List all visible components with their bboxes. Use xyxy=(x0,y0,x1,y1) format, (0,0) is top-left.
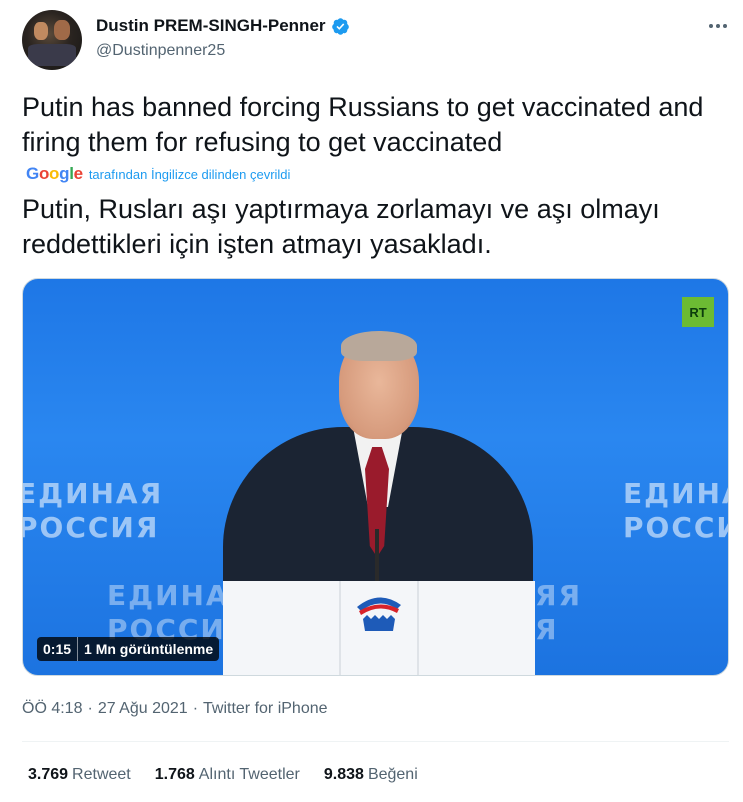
likes-count: 9.838 xyxy=(323,766,364,783)
backdrop-text-center-right: ЯЯ Я xyxy=(535,579,583,646)
meta-separator: · xyxy=(87,700,93,717)
video-duration: 0:15 xyxy=(43,641,72,657)
video-player[interactable]: ЕДИНАЯ РОССИЯ ЕДИНА РОССИ ЕДИНА РОССИ ЯЯ… xyxy=(22,278,729,676)
translation-note: tarafından İngilizce dilinden çevrildi xyxy=(88,166,291,182)
podium-divider xyxy=(417,581,419,675)
verified-badge-icon xyxy=(331,17,349,35)
translated-text: Putin, Rusları aşı yaptırmaya zorlamayı … xyxy=(22,194,660,259)
retweets-stat[interactable]: 3.769 Retweet xyxy=(28,766,131,784)
video-info-overlay: 0:15 1 Mn görüntülenme xyxy=(37,637,220,661)
tweet-meta: ÖÖ 4:18 · 27 Ağu 2021 · Twitter for iPho… xyxy=(22,700,328,718)
quotes-label: Alıntı Tweetler xyxy=(198,766,300,783)
backdrop-text-left: ЕДИНАЯ РОССИЯ xyxy=(22,477,164,544)
author-handle[interactable]: @Dustinpenner25 xyxy=(96,42,225,60)
avatar[interactable] xyxy=(22,10,82,70)
tweet-text: Putin has banned forcing Russians to get… xyxy=(22,92,704,157)
translation-attribution[interactable]: Google tarafından İngilizce dilinden çev… xyxy=(26,164,290,184)
author-display-name[interactable]: Dustin PREM-SINGH-Penner xyxy=(96,16,326,36)
retweets-label: Retweet xyxy=(72,766,131,783)
tweet-time[interactable]: ÖÖ 4:18 xyxy=(22,700,82,718)
google-logo: Google xyxy=(26,164,83,183)
more-options-icon[interactable] xyxy=(704,16,732,36)
divider xyxy=(22,741,729,742)
tweet-stats: 3.769 Retweet 1.768 Alıntı Tweetler 9.83… xyxy=(28,766,442,784)
backdrop-text-right: ЕДИНА РОССИ xyxy=(623,477,728,544)
podium-divider xyxy=(339,581,341,675)
speaker-hair xyxy=(341,331,417,361)
tweet-date[interactable]: 27 Ağu 2021 xyxy=(98,700,188,718)
party-emblem-icon xyxy=(357,597,401,631)
likes-label: Beğeni xyxy=(367,766,418,783)
quotes-stat[interactable]: 1.768 Alıntı Tweetler xyxy=(155,766,300,784)
retweets-count: 3.769 xyxy=(28,766,69,783)
video-views: 1 Mn görüntülenme xyxy=(84,641,214,657)
quotes-count: 1.768 xyxy=(154,766,195,783)
likes-stat[interactable]: 9.838 Beğeni xyxy=(324,766,418,784)
author-name-row[interactable]: Dustin PREM-SINGH-Penner xyxy=(96,16,350,36)
tweet-source[interactable]: Twitter for iPhone xyxy=(203,700,328,718)
channel-logo: RT xyxy=(682,297,714,327)
meta-separator: · xyxy=(192,700,199,717)
tweet-header: Dustin PREM-SINGH-Penner @Dustinpenner25 xyxy=(22,10,732,70)
